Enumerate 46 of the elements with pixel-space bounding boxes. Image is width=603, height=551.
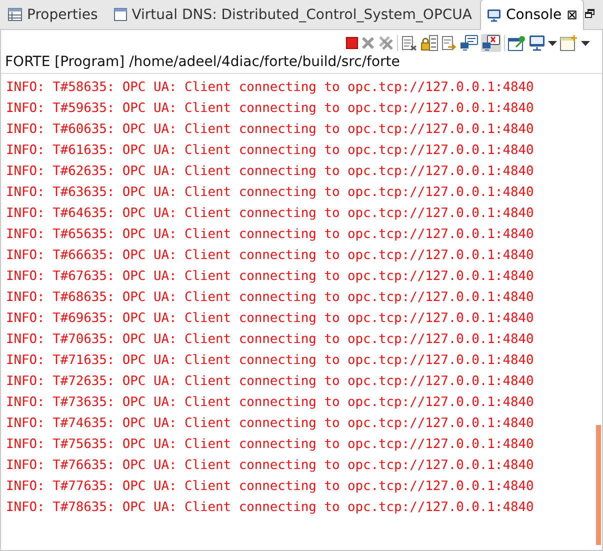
log-line: INFO: T#74635: OPC UA: Client connecting to opc.tcp://127.0.0.1:4840 xyxy=(6,415,535,433)
error-monitor-button[interactable] xyxy=(481,34,501,52)
tab[interactable]: Virtual DNS: Distributed_Control_System_OPCUA xyxy=(106,0,480,29)
speech-monitor-icon[interactable] xyxy=(460,35,478,51)
document-arrow-icon[interactable] xyxy=(441,35,457,51)
table-icon xyxy=(8,8,22,21)
log-line: INFO: T#76635: OPC UA: Client connecting to opc.tcp://127.0.0.1:4840 xyxy=(6,457,535,475)
tab-label: Console xyxy=(506,7,562,23)
monitor-icon[interactable] xyxy=(529,35,545,51)
log-line: INFO: T#69635: OPC UA: Client connecting to opc.tcp://127.0.0.1:4840 xyxy=(6,310,535,328)
pin-icon[interactable] xyxy=(508,35,526,51)
dropdown-arrow-icon[interactable] xyxy=(548,40,557,46)
dropdown-arrow-icon[interactable] xyxy=(581,40,590,46)
tab[interactable]: Properties xyxy=(0,0,106,29)
log-line: INFO: T#64635: OPC UA: Client connecting to opc.tcp://127.0.0.1:4840 xyxy=(6,205,535,223)
tab[interactable]: Console ⊠ xyxy=(480,0,584,30)
tab-label: Virtual DNS: Distributed_Control_System_OPCUA xyxy=(132,6,472,22)
log-line: INFO: T#73635: OPC UA: Client connecting to opc.tcp://127.0.0.1:4840 xyxy=(6,394,535,412)
lock-icon[interactable] xyxy=(420,35,438,51)
log-line: INFO: T#65635: OPC UA: Client connecting to opc.tcp://127.0.0.1:4840 xyxy=(6,226,535,244)
log-line: INFO: T#72635: OPC UA: Client connecting to opc.tcp://127.0.0.1:4840 xyxy=(6,373,535,391)
log-line: INFO: T#62635: OPC UA: Client connecting to opc.tcp://127.0.0.1:4840 xyxy=(6,163,535,181)
log-line: INFO: T#63635: OPC UA: Client connecting to opc.tcp://127.0.0.1:4840 xyxy=(6,184,535,202)
clear-icon[interactable] xyxy=(401,35,417,51)
log-line: INFO: T#77635: OPC UA: Client connecting to opc.tcp://127.0.0.1:4840 xyxy=(6,478,535,496)
log-line: INFO: T#75635: OPC UA: Client connecting to opc.tcp://127.0.0.1:4840 xyxy=(6,436,535,454)
log-line: INFO: T#78635: OPC UA: Client connecting to opc.tcp://127.0.0.1:4840 xyxy=(6,499,535,517)
new-console-icon[interactable] xyxy=(560,35,578,51)
log-line: INFO: T#70635: OPC UA: Client connecting to opc.tcp://127.0.0.1:4840 xyxy=(6,331,535,349)
console-title: FORTE [Program] /home/adeel/4diac/forte/build/src/forte xyxy=(1,54,602,74)
log-line: INFO: T#68635: OPC UA: Client connecting to opc.tcp://127.0.0.1:4840 xyxy=(6,289,535,307)
close-icon[interactable]: ⊠ xyxy=(566,8,578,22)
scrollbar-thumb[interactable] xyxy=(596,425,601,545)
log-line: INFO: T#59635: OPC UA: Client connecting to opc.tcp://127.0.0.1:4840 xyxy=(6,100,535,118)
log-line: INFO: T#66635: OPC UA: Client connecting to opc.tcp://127.0.0.1:4840 xyxy=(6,247,535,265)
log-line: INFO: T#71635: OPC UA: Client connecting to opc.tcp://127.0.0.1:4840 xyxy=(6,352,535,370)
window-icon xyxy=(114,8,127,21)
restore-icon[interactable] xyxy=(585,9,595,19)
tab-label: Properties xyxy=(27,6,98,22)
log-line: INFO: T#60635: OPC UA: Client connecting to opc.tcp://127.0.0.1:4840 xyxy=(6,121,535,139)
remove-icon[interactable] xyxy=(361,36,375,50)
log-line: INFO: T#61635: OPC UA: Client connecting to opc.tcp://127.0.0.1:4840 xyxy=(6,142,535,160)
remove-all-icon[interactable] xyxy=(378,35,394,51)
log-line: INFO: T#58635: OPC UA: Client connecting to opc.tcp://127.0.0.1:4840 xyxy=(6,79,535,97)
log-line: INFO: T#67635: OPC UA: Client connecting to opc.tcp://127.0.0.1:4840 xyxy=(6,268,535,286)
monitor-icon xyxy=(487,8,501,22)
